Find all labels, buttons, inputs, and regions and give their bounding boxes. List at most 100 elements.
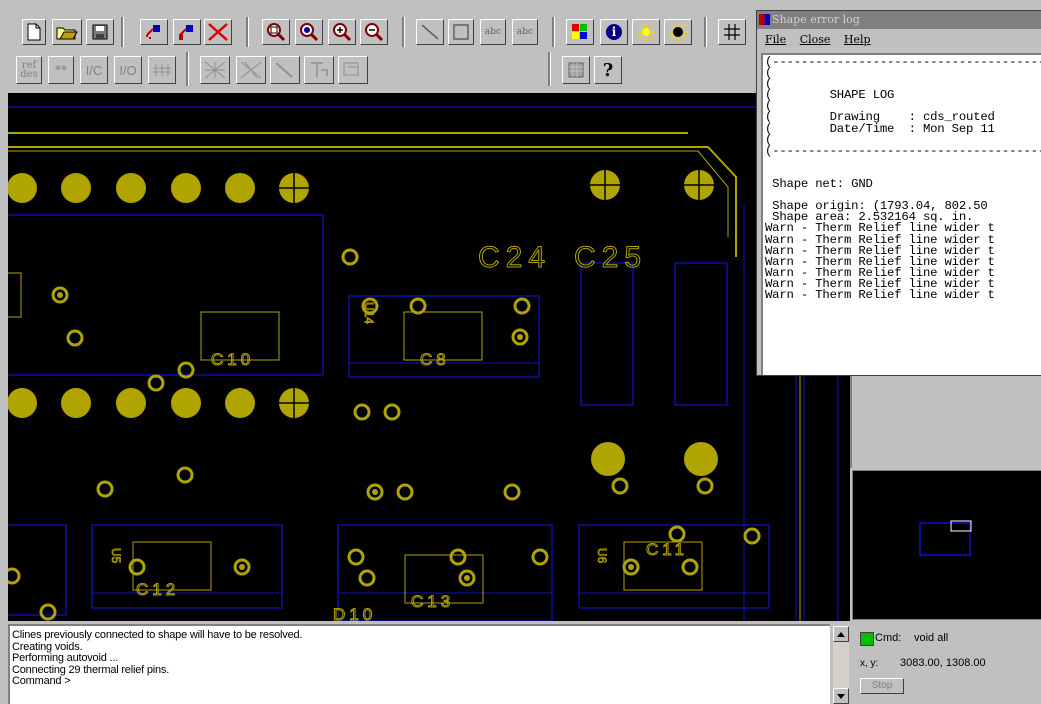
add-text-button[interactable]: abc bbox=[480, 19, 506, 45]
folder-icon bbox=[56, 27, 78, 40]
text-icon: abc bbox=[484, 26, 502, 37]
menu-close[interactable]: Close bbox=[800, 33, 831, 46]
slide-button[interactable] bbox=[173, 19, 201, 45]
shape-button[interactable] bbox=[338, 56, 368, 84]
shape-error-log-window[interactable]: Shape error log File Close Help (-------… bbox=[756, 10, 1041, 376]
console-line: Performing autovoid ... bbox=[12, 652, 119, 664]
scroll-down-button[interactable] bbox=[833, 688, 849, 704]
add-connect-button[interactable] bbox=[140, 19, 168, 45]
label-c11: C11 bbox=[646, 540, 688, 559]
color-grid-icon bbox=[572, 24, 587, 39]
highlight-button[interactable] bbox=[632, 19, 660, 45]
console-line: Clines previously connected to shape wil… bbox=[12, 629, 303, 641]
pins-button[interactable] bbox=[148, 56, 176, 84]
refdes-icon: ref des bbox=[20, 60, 38, 80]
zoom-fit-button[interactable] bbox=[262, 19, 290, 45]
pcb-canvas[interactable]: C24 C25 C10 C8 C12 C13 C11 D10 U14 U5 U6 bbox=[8, 93, 850, 621]
console-line: Creating voids. bbox=[12, 640, 83, 653]
asterisk-icon: ** bbox=[55, 62, 67, 77]
pcb-drawing[interactable]: C24 C25 C10 C8 C12 C13 C11 D10 U14 U5 U6 bbox=[8, 93, 850, 621]
command-prompt[interactable]: Command > bbox=[12, 675, 826, 688]
io-icon: I/O bbox=[119, 62, 137, 78]
cmd-label: Cmd: bbox=[875, 632, 902, 644]
slide-line-icon bbox=[275, 62, 293, 78]
label-c10: C10 bbox=[211, 350, 254, 369]
log-menubar: File Close Help bbox=[757, 31, 1041, 49]
question-icon: ? bbox=[603, 60, 614, 80]
svg-text:?: ? bbox=[603, 60, 614, 80]
open-file-button[interactable] bbox=[52, 19, 82, 45]
label-c24: C24 bbox=[478, 241, 551, 274]
ic-icon: I/C bbox=[85, 62, 103, 78]
log-text-area[interactable]: (---------------------------------------… bbox=[761, 53, 1041, 375]
label-u14: U14 bbox=[362, 302, 376, 324]
stop-button[interactable]: Stop bbox=[860, 678, 904, 694]
info-button[interactable]: i bbox=[600, 19, 628, 45]
grid-icon bbox=[724, 24, 740, 40]
text-edit-icon bbox=[311, 62, 328, 77]
route-icon bbox=[204, 61, 226, 79]
app-icon bbox=[759, 14, 770, 25]
unroute-button[interactable] bbox=[236, 56, 266, 84]
grid-button[interactable] bbox=[718, 19, 746, 45]
console-line: Connecting 29 thermal relief pins. bbox=[12, 663, 170, 676]
log-window-title: Shape error log bbox=[772, 13, 860, 26]
shape-icon bbox=[343, 62, 359, 77]
slide-line-button[interactable] bbox=[270, 56, 300, 84]
color-button[interactable] bbox=[566, 19, 594, 45]
change-text-icon: abc bbox=[516, 26, 534, 37]
delete-button[interactable] bbox=[204, 19, 232, 45]
rectangle-icon bbox=[453, 24, 469, 40]
xy-label: x, y: bbox=[860, 658, 879, 669]
unroute-icon bbox=[240, 61, 262, 79]
svg-text:i: i bbox=[612, 25, 617, 39]
line-icon bbox=[421, 24, 439, 40]
dehighlight-button[interactable] bbox=[664, 19, 692, 45]
log-text: (---------------------------------------… bbox=[765, 55, 1041, 302]
log-window-titlebar[interactable]: Shape error log bbox=[757, 11, 1041, 29]
display-icon bbox=[568, 62, 584, 78]
add-line-button[interactable] bbox=[416, 19, 444, 45]
new-file-icon bbox=[27, 23, 41, 41]
save-file-button[interactable] bbox=[86, 19, 114, 45]
zoom-out-button[interactable] bbox=[360, 19, 388, 45]
cmd-indicator bbox=[860, 632, 874, 646]
arrow-up-icon bbox=[837, 631, 845, 637]
zoom-world-button[interactable] bbox=[295, 19, 323, 45]
display-button[interactable] bbox=[562, 56, 590, 84]
zoom-fit-icon bbox=[267, 23, 286, 42]
zoom-in-icon bbox=[333, 23, 352, 42]
label-u6: U6 bbox=[595, 548, 609, 564]
add-connect-icon bbox=[146, 25, 160, 39]
asterisk-button[interactable]: ** bbox=[48, 56, 74, 84]
add-rect-button[interactable] bbox=[448, 19, 474, 45]
info-icon: i bbox=[606, 24, 622, 40]
new-file-button[interactable] bbox=[22, 19, 46, 45]
command-console[interactable]: Clines previously connected to shape wil… bbox=[8, 624, 830, 704]
zoom-world-icon bbox=[300, 23, 319, 42]
xy-value: 3083.00, 1308.00 bbox=[900, 657, 986, 669]
zoom-in-button[interactable] bbox=[328, 19, 356, 45]
sun-icon bbox=[637, 23, 655, 41]
label-c25: C25 bbox=[574, 241, 647, 274]
slide-icon bbox=[179, 25, 193, 40]
zoom-out-icon bbox=[365, 23, 384, 42]
toolbar-row-2: ref des ** I/C I/O ? bbox=[0, 50, 760, 92]
cmd-value: void all bbox=[914, 632, 949, 644]
floppy-icon bbox=[92, 24, 108, 40]
refdes-button[interactable]: ref des bbox=[16, 56, 42, 84]
console-scrollbar[interactable] bbox=[833, 626, 849, 704]
menu-help[interactable]: Help bbox=[844, 33, 871, 46]
help-button[interactable]: ? bbox=[594, 56, 622, 84]
io-button[interactable]: I/O bbox=[114, 56, 142, 84]
label-c8: C8 bbox=[420, 350, 450, 369]
status-panel: Cmd: void all x, y: 3083.00, 1308.00 Sto… bbox=[852, 626, 1041, 704]
text-edit-button[interactable] bbox=[304, 56, 334, 84]
world-view-map[interactable] bbox=[852, 470, 1041, 620]
scroll-up-button[interactable] bbox=[833, 626, 849, 642]
ic-button[interactable]: I/C bbox=[80, 56, 108, 84]
change-text-button[interactable]: abc bbox=[512, 19, 538, 45]
menu-file[interactable]: File bbox=[765, 33, 786, 46]
route-button[interactable] bbox=[200, 56, 230, 84]
world-view-frame bbox=[850, 375, 1041, 468]
